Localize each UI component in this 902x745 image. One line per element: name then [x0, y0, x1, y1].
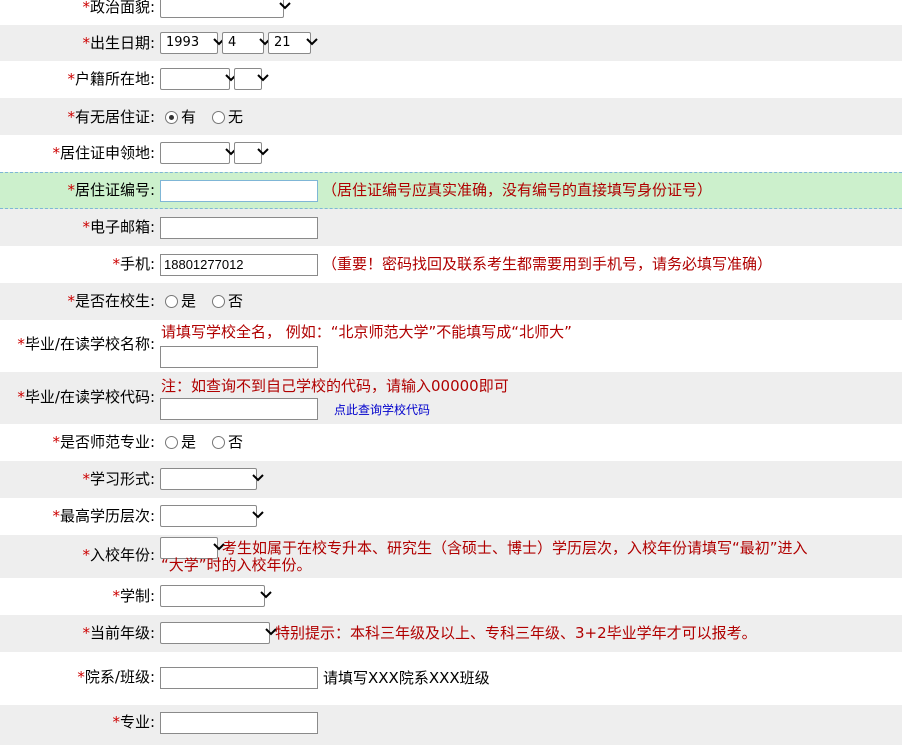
radio-label: 有 — [181, 108, 197, 126]
political-select[interactable] — [160, 0, 291, 18]
school-code-input[interactable] — [160, 398, 318, 420]
permit-yes-radio[interactable] — [165, 111, 178, 124]
permit-no-input[interactable] — [160, 180, 318, 202]
row-school-name: *毕业/在读学校名称: 请填写学校全名， 例如：“北京师范大学”不能填写成“北师… — [0, 320, 902, 372]
radio-label: 否 — [228, 433, 244, 451]
school-code-note: 注：如查询不到自己学校的代码，请输入00000即可 — [161, 377, 509, 395]
row-school-code: *毕业/在读学校代码: 注：如查询不到自己学校的代码，请输入00000即可 点此… — [0, 372, 902, 424]
enroll-year-note-line1: 考生如属于在校专升本、研究生（含硕士、博士）学历层次，入校年份请填写“最初”进入 — [222, 539, 808, 557]
field-label: *入校年份: — [82, 546, 155, 564]
row-study-form: *学习形式: — [0, 461, 902, 498]
phone-field[interactable]: 18801277012 — [160, 254, 318, 276]
row-has-permit: *有无居住证: 有 无 — [0, 98, 902, 135]
radio-label: 是 — [181, 433, 197, 451]
phone-note: （重要！密码找回及联系考生都需要用到手机号，请务必填写准确） — [322, 255, 773, 273]
field-label: *当前年级: — [82, 624, 155, 642]
field-label: *学制: — [112, 587, 155, 605]
radio-label: 否 — [228, 292, 244, 310]
field-label: *出生日期: — [82, 34, 155, 52]
field-label: *电子邮箱: — [82, 218, 155, 236]
radio-label: 无 — [228, 108, 244, 126]
in-school-yes-radio[interactable] — [165, 295, 178, 308]
row-grade: *当前年级: 特别提示：本科三年级及以上、专科三年级、3+2毕业学年才可以报考。 — [0, 615, 902, 652]
schooling-select[interactable] — [160, 585, 272, 607]
row-phone: *手机: 18801277012 （重要！密码找回及联系考生都需要用到手机号，请… — [0, 246, 902, 283]
birth-day-select[interactable]: 21 — [268, 32, 318, 54]
field-label: *居住证编号: — [67, 181, 155, 199]
normal-major-no-radio[interactable] — [212, 436, 225, 449]
major-input[interactable] — [160, 712, 318, 734]
department-hint: 请填写XXX院系XXX班级 — [323, 669, 490, 687]
field-label: *手机: — [112, 255, 155, 273]
field-label: *有无居住证: — [67, 108, 155, 126]
permit-no-note: （居住证编号应真实准确，没有编号的直接填写身份证号） — [322, 181, 713, 199]
school-name-note: 请填写学校全名， 例如：“北京师范大学”不能填写成“北师大” — [161, 323, 572, 341]
row-hukou: *户籍所在地: — [0, 61, 902, 98]
permit-no-radio[interactable] — [212, 111, 225, 124]
row-permit-place: *居住证申领地: — [0, 135, 902, 172]
normal-major-yes-radio[interactable] — [165, 436, 178, 449]
field-label: *是否师范专业: — [52, 433, 155, 451]
school-code-lookup-link[interactable]: 点此查询学校代码 — [334, 403, 430, 417]
field-label: *户籍所在地: — [67, 70, 155, 88]
hukou-province-select[interactable] — [160, 68, 237, 90]
row-birth: *出生日期: 1993 4 21 — [0, 25, 902, 61]
school-name-input[interactable] — [160, 346, 318, 368]
row-in-school: *是否在校生: 是 否 — [0, 283, 902, 320]
field-label: *院系/班级: — [77, 668, 155, 686]
row-permit-no: *居住证编号: （居住证编号应真实准确，没有编号的直接填写身份证号） — [0, 172, 902, 209]
grade-note: 特别提示：本科三年级及以上、专科三年级、3+2毕业学年才可以报考。 — [275, 624, 757, 642]
field-label: *毕业/在读学校代码: — [17, 388, 155, 406]
birth-month-select[interactable]: 4 — [222, 32, 271, 54]
department-input[interactable] — [160, 667, 318, 689]
row-political: *政治面貌: — [0, 0, 902, 24]
permit-province-select[interactable] — [160, 142, 237, 164]
row-highest-edu: *最高学历层次: — [0, 498, 902, 535]
hukou-city-select[interactable] — [234, 68, 269, 90]
highest-edu-select[interactable] — [160, 505, 264, 527]
radio-label: 是 — [181, 292, 197, 310]
in-school-no-radio[interactable] — [212, 295, 225, 308]
field-label: *最高学历层次: — [52, 507, 155, 525]
row-email: *电子邮箱: — [0, 209, 902, 246]
permit-city-select[interactable] — [234, 142, 269, 164]
enroll-year-note-line2: “大学”时的入校年份。 — [161, 556, 312, 574]
field-label: *是否在校生: — [67, 292, 155, 310]
field-label: *专业: — [112, 713, 155, 731]
row-department: *院系/班级: 请填写XXX院系XXX班级 — [0, 652, 902, 705]
row-major: *专业: — [0, 705, 902, 745]
study-form-select[interactable] — [160, 468, 264, 490]
grade-select[interactable] — [160, 622, 277, 644]
row-normal-major: *是否师范专业: 是 否 — [0, 424, 902, 461]
email-field[interactable] — [160, 217, 318, 239]
field-label: *政治面貌: — [82, 0, 155, 16]
row-schooling: *学制: — [0, 578, 902, 615]
birth-year-select[interactable]: 1993 — [160, 32, 225, 54]
field-label: *居住证申领地: — [52, 144, 155, 162]
field-label: *毕业/在读学校名称: — [17, 335, 155, 353]
row-enroll-year: *入校年份: 考生如属于在校专升本、研究生（含硕士、博士）学历层次，入校年份请填… — [0, 535, 902, 578]
field-label: *学习形式: — [82, 470, 155, 488]
